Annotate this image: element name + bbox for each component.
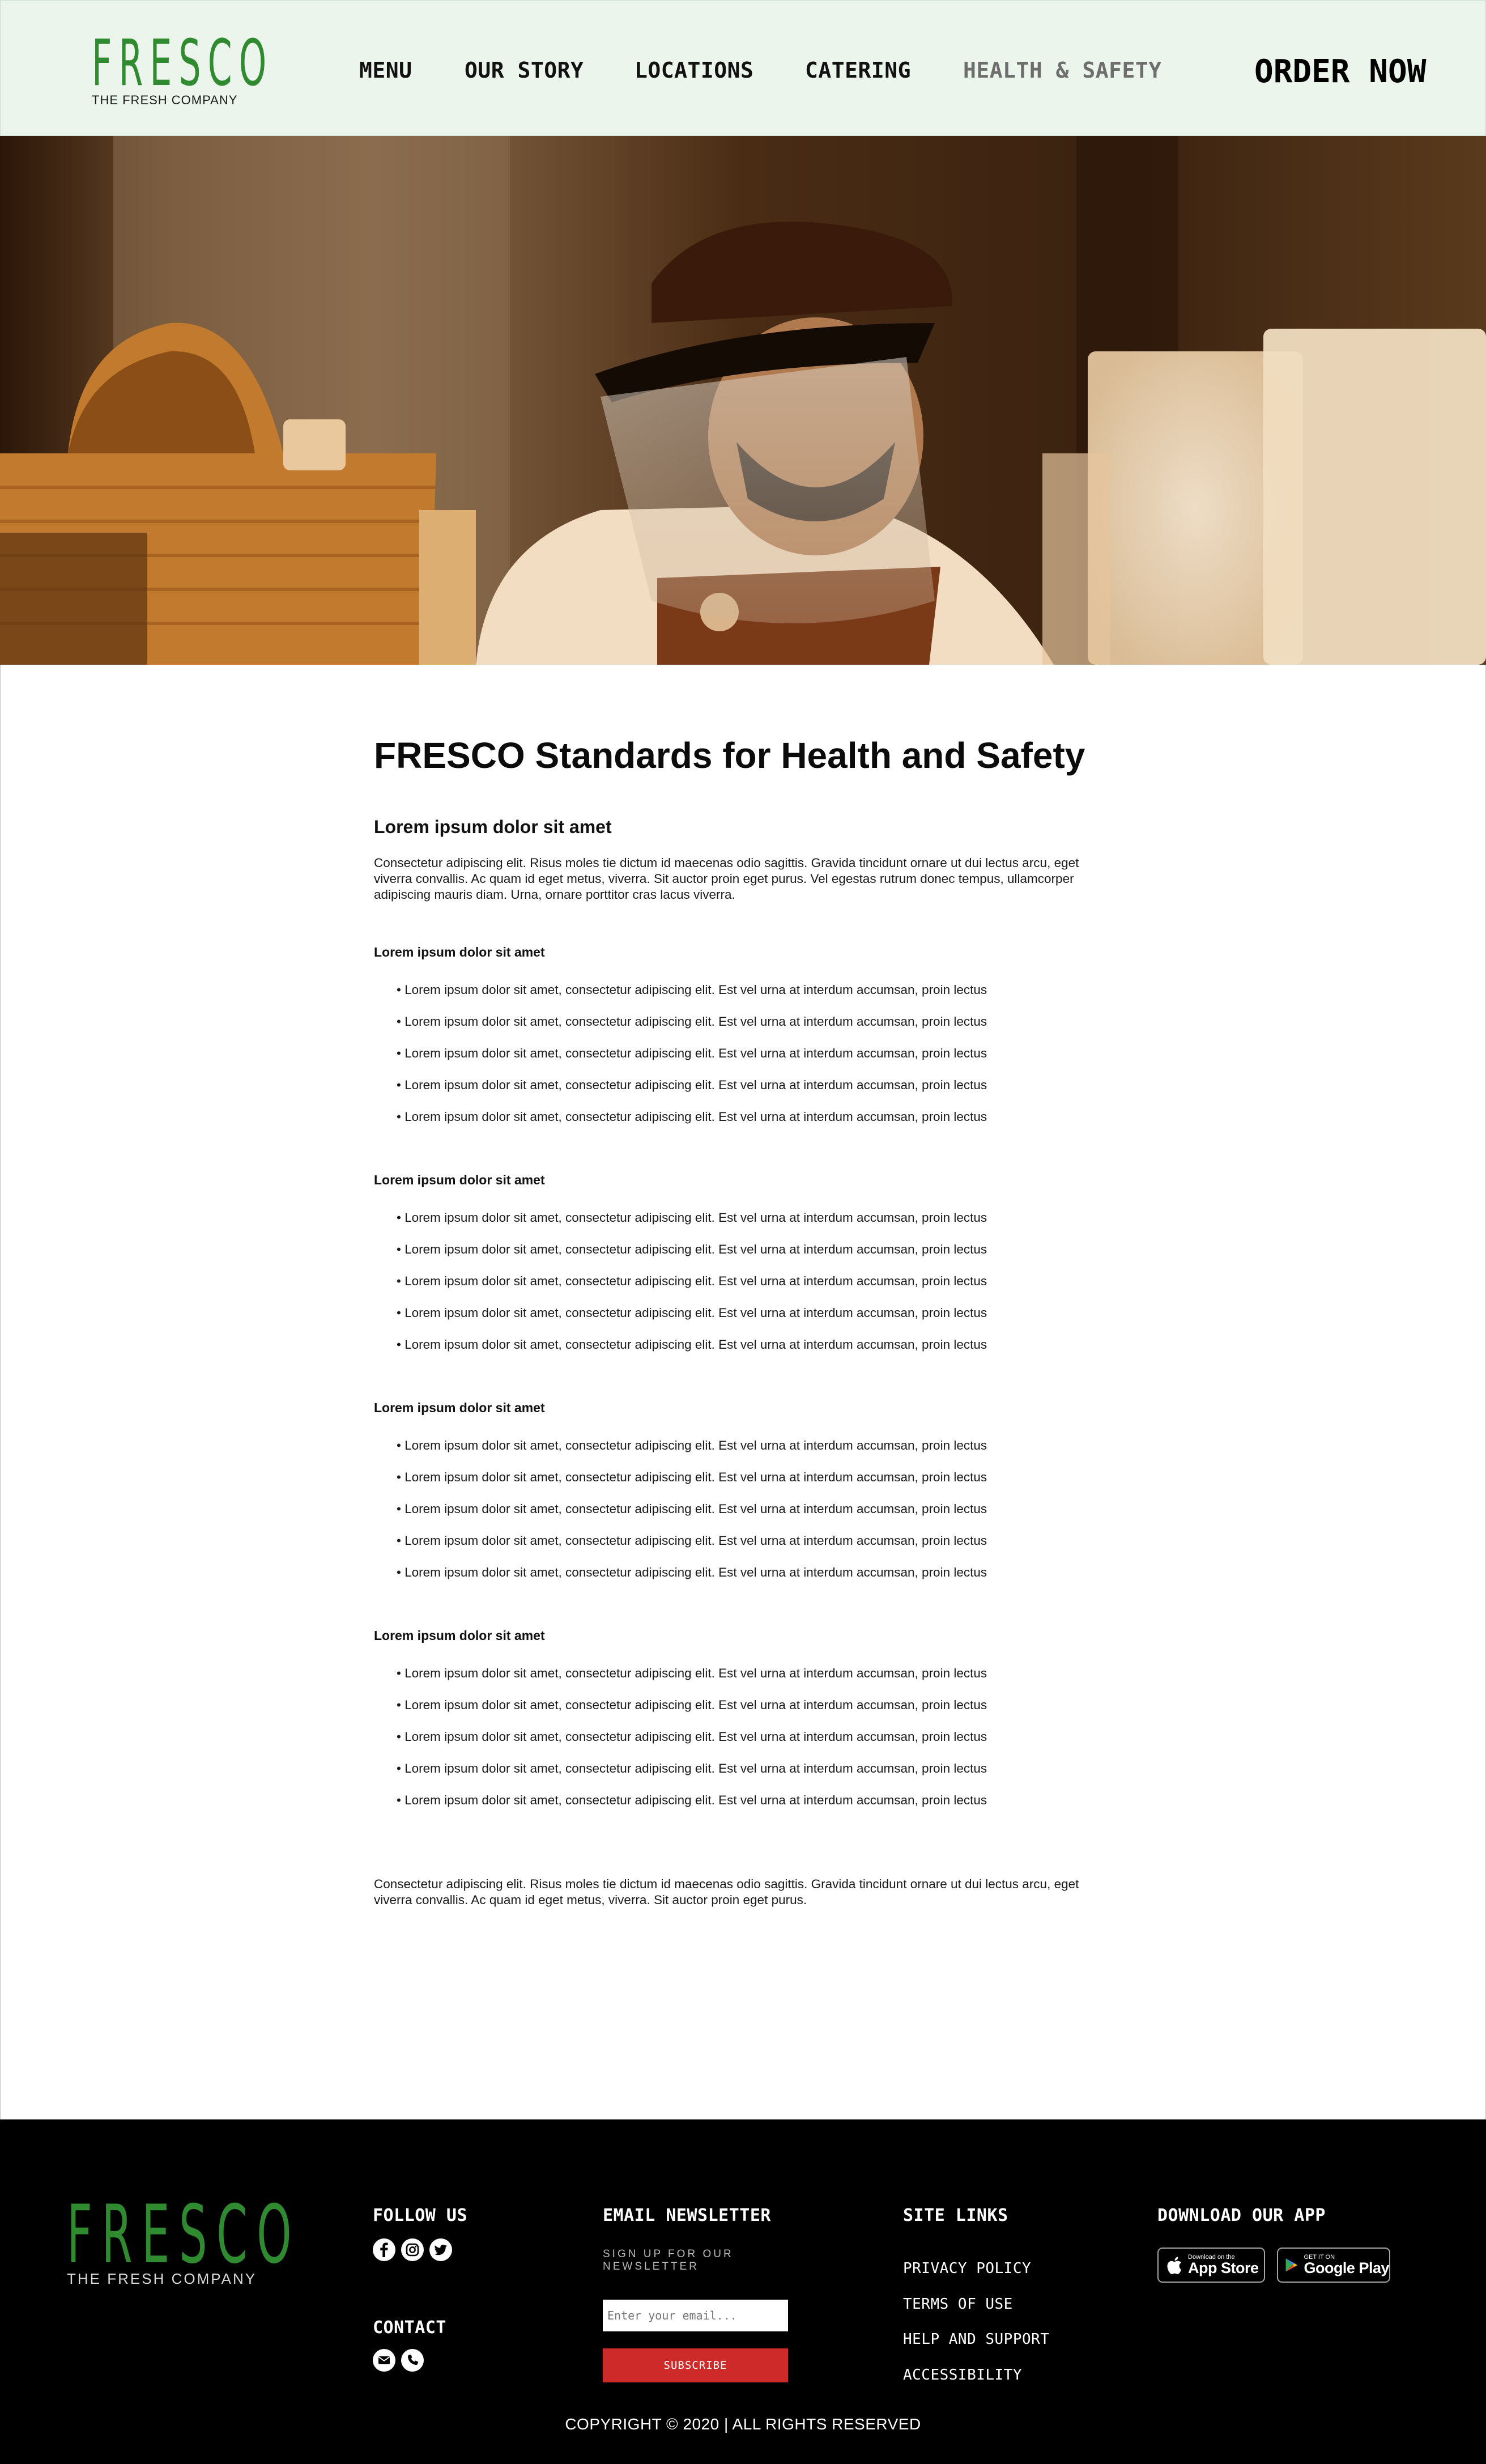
list-item: Lorem ipsum dolor sit amet, consectetur … [397,1697,1116,1729]
order-now-button[interactable]: ORDER NOW [1254,53,1426,90]
newsletter-subtitle: SIGN UP FOR OUR NEWSLETTER [603,2248,734,2272]
list-item: Lorem ipsum dolor sit amet, consectetur … [397,1210,1116,1242]
header-logo[interactable]: FRESCO THE FRESH COMPANY [92,27,274,108]
bullet-list: Lorem ipsum dolor sit amet, consectetur … [374,982,1116,1141]
list-item: Lorem ipsum dolor sit amet, consectetur … [397,1792,1116,1824]
main-content: FRESCO Standards for Health and Safety L… [0,665,1486,2119]
photo-worker-with-face-shield-icon [0,136,1486,665]
site-footer: FRESCO THE FRESH COMPANY FOLLOW US CONTA… [0,2119,1486,2464]
nav-health-safety[interactable]: HEALTH & SAFETY [963,58,1162,83]
bullet-list: Lorem ipsum dolor sit amet, consectetur … [374,1666,1116,1824]
terms-of-use-link[interactable]: TERMS OF USE [903,2296,1013,2313]
logo-wordmark: FRESCO [67,2188,301,2282]
list-item: Lorem ipsum dolor sit amet, consectetur … [397,1729,1116,1761]
google-play-label: Google Play [1304,2259,1389,2276]
list-item: Lorem ipsum dolor sit amet, consectetur … [397,1014,1116,1046]
list-item: Lorem ipsum dolor sit amet, consectetur … [397,982,1116,1014]
list-item: Lorem ipsum dolor sit amet, consectetur … [397,1533,1116,1565]
list-item: Lorem ipsum dolor sit amet, consectetur … [397,1109,1116,1141]
email-icon[interactable] [373,2349,395,2372]
bullet-list: Lorem ipsum dolor sit amet, consectetur … [374,1438,1116,1596]
logo-wordmark: FRESCO [92,27,274,100]
list-item: Lorem ipsum dolor sit amet, consectetur … [397,1501,1116,1533]
standards-section: Lorem ipsum dolor sit amet Lorem ipsum d… [374,1399,1116,1596]
accessibility-link[interactable]: ACCESSIBILITY [903,2367,1022,2384]
list-item: Lorem ipsum dolor sit amet, consectetur … [397,1242,1116,1273]
list-item: Lorem ipsum dolor sit amet, consectetur … [397,1666,1116,1697]
section-heading: Lorem ipsum dolor sit amet [374,1172,545,1187]
site-links-heading: SITE LINKS [903,2206,1008,2225]
list-item: Lorem ipsum dolor sit amet, consectetur … [397,1565,1116,1596]
twitter-icon[interactable] [429,2238,452,2261]
app-store-badge[interactable]: Download on the App Store [1157,2248,1265,2283]
subscribe-button[interactable]: SUBSCRIBE [603,2348,788,2382]
list-item: Lorem ipsum dolor sit amet, consectetur … [397,1273,1116,1305]
google-play-icon [1285,2258,1297,2272]
site-header: FRESCO THE FRESH COMPANY MENU OUR STORY … [0,0,1486,136]
list-item: Lorem ipsum dolor sit amet, consectetur … [397,1077,1116,1109]
download-app-heading: DOWNLOAD OUR APP [1157,2206,1326,2225]
phone-icon[interactable] [401,2349,424,2372]
standards-section: Lorem ipsum dolor sit amet Lorem ipsum d… [374,1627,1116,1824]
instagram-icon[interactable] [401,2238,424,2261]
contact-heading: CONTACT [373,2318,446,2338]
list-item: Lorem ipsum dolor sit amet, consectetur … [397,1761,1116,1792]
apple-icon [1167,2257,1182,2274]
standards-section: Lorem ipsum dolor sit amet Lorem ipsum d… [374,1171,1116,1369]
hero-image [0,136,1486,665]
contact-links [373,2349,424,2372]
closing-paragraph: Consectetur adipiscing elit. Risus moles… [374,1877,1079,1907]
list-item: Lorem ipsum dolor sit amet, consectetur … [397,1046,1116,1077]
app-store-label: App Store [1188,2259,1259,2276]
list-item: Lorem ipsum dolor sit amet, consectetur … [397,1469,1116,1501]
list-item: Lorem ipsum dolor sit amet, consectetur … [397,1337,1116,1369]
help-support-link[interactable]: HELP AND SUPPORT [903,2331,1049,2348]
google-play-text: GET IT ON Google Play [1304,2254,1389,2276]
google-play-badge[interactable]: GET IT ON Google Play [1277,2248,1390,2283]
email-input[interactable] [603,2300,788,2331]
section-heading: Lorem ipsum dolor sit amet [374,1400,545,1415]
bullet-list: Lorem ipsum dolor sit amet, consectetur … [374,1210,1116,1369]
nav-menu[interactable]: MENU [359,58,412,83]
facebook-icon[interactable] [373,2238,395,2261]
list-item: Lorem ipsum dolor sit amet, consectetur … [397,1305,1116,1337]
privacy-policy-link[interactable]: PRIVACY POLICY [903,2260,1031,2277]
section-heading: Lorem ipsum dolor sit amet [374,1628,545,1643]
nav-locations[interactable]: LOCATIONS [635,58,753,83]
copyright-text: COPYRIGHT © 2020 | ALL RIGHTS RESERVED [565,2415,921,2433]
article: FRESCO Standards for Health and Safety L… [374,733,1116,1908]
section-heading: Lorem ipsum dolor sit amet [374,945,545,959]
follow-us-heading: FOLLOW US [373,2206,468,2225]
lead-heading: Lorem ipsum dolor sit amet [374,817,612,837]
intro-paragraph: Consectetur adipiscing elit. Risus moles… [374,856,1079,902]
nav-catering[interactable]: CATERING [805,58,911,83]
nav-our-story[interactable]: OUR STORY [465,58,584,83]
app-store-text: Download on the App Store [1188,2254,1259,2276]
standards-section: Lorem ipsum dolor sit amet Lorem ipsum d… [374,944,1116,1141]
social-links [373,2238,452,2261]
newsletter-heading: EMAIL NEWSLETTER [603,2206,771,2225]
list-item: Lorem ipsum dolor sit amet, consectetur … [397,1438,1116,1469]
page-title: FRESCO Standards for Health and Safety [374,735,1085,776]
